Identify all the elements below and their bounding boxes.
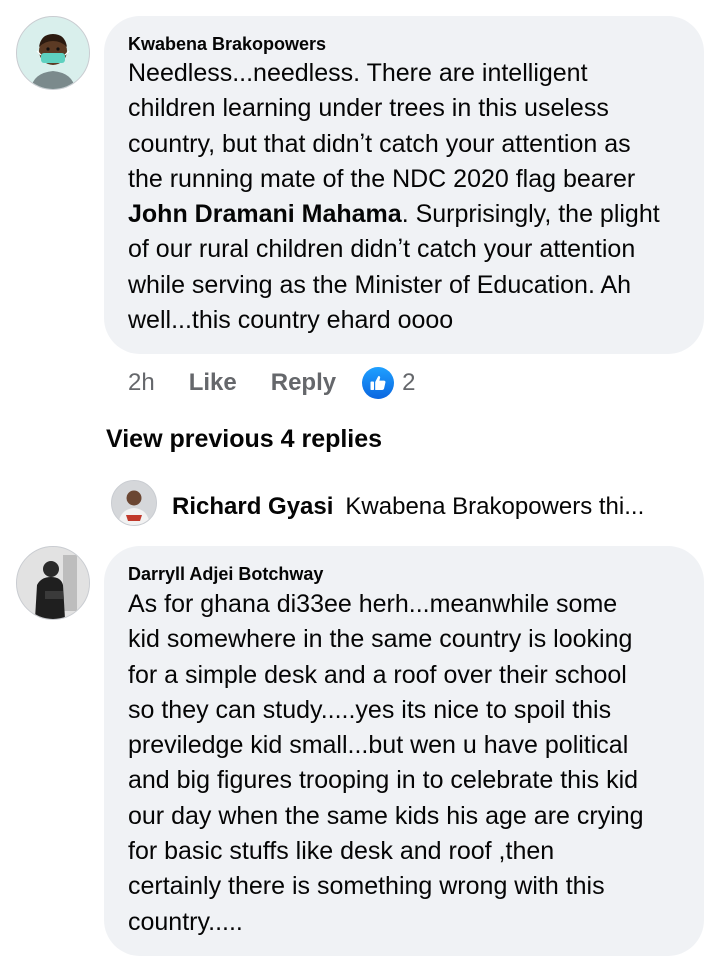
comment-line-text: children learning under trees in this us…: [128, 94, 609, 123]
comment-line-text: country, but that didnʼt catch your atte…: [128, 129, 631, 158]
masked-person-avatar-icon: [17, 17, 89, 89]
comment-line: children learning under trees in this us…: [128, 91, 660, 126]
reply-author[interactable]: Richard Gyasi: [172, 493, 333, 520]
comment-line: the running mate of the NDC 2020 flag be…: [128, 162, 660, 197]
person-photo-avatar-icon: [112, 481, 156, 525]
comment-line-text: and big figures trooping in to celebrate…: [128, 766, 639, 795]
comment-line: for basic stuffs like desk and roof ,the…: [128, 834, 644, 869]
comment-actions: 2h Like Reply 2: [128, 366, 415, 400]
comment-line: As for ghana di33ee herh...meanwhile som…: [128, 587, 644, 622]
comment-line: Needless...needless. There are intellige…: [128, 56, 660, 91]
comment-line: certainly there is something wrong with …: [128, 869, 644, 904]
comment-line-text: for a simple desk and a roof over their …: [128, 660, 627, 689]
comment-line-text: . Surprisingly, the plight: [401, 200, 660, 229]
comment-line-text: previledge kid small...but wen u have po…: [128, 731, 629, 760]
like-button[interactable]: Like: [189, 369, 237, 397]
comment-timestamp[interactable]: 2h: [128, 369, 155, 397]
comment-line-text: As for ghana di33ee herh...meanwhile som…: [128, 590, 618, 618]
reply-preview[interactable]: Richard Gyasi Kwabena Brakopowers thi...: [172, 493, 644, 521]
comment-line: country.....: [128, 905, 644, 940]
reply-avatar[interactable]: [111, 480, 157, 526]
reply-button[interactable]: Reply: [271, 369, 336, 397]
comment-line-text: so they can study.....yes its nice to sp…: [128, 695, 612, 724]
comment-line: and big figures trooping in to celebrate…: [128, 763, 644, 798]
comment-line-text: for basic stuffs like desk and roof ,the…: [128, 837, 555, 866]
thumbs-up-icon[interactable]: [362, 367, 395, 399]
person-photo-avatar-icon: [17, 547, 89, 619]
comment-line-text: of our rural children didnʼt catch your …: [128, 235, 636, 264]
view-previous-replies-link[interactable]: View previous 4 replies: [106, 425, 382, 454]
comment-line: kid somewhere in the same country is loo…: [128, 622, 644, 657]
reply-snippet: Kwabena Brakopowers thi...: [345, 493, 645, 520]
comment-line: well...this country ehard oooo: [128, 303, 660, 338]
comment-line: previledge kid small...but wen u have po…: [128, 728, 644, 763]
commenter-avatar[interactable]: [16, 16, 90, 90]
comment-line: John Dramani Mahama. Surprisingly, the p…: [128, 197, 660, 232]
comment-line-text: Needless...needless. There are intellige…: [128, 59, 588, 87]
comment-line: our day when the same kids his age are c…: [128, 799, 644, 834]
comment-line-text: while serving as the Minister of Educati…: [128, 270, 632, 299]
comment-line: while serving as the Minister of Educati…: [128, 268, 660, 303]
comment-author[interactable]: Darryll Adjei Botchway: [128, 564, 323, 585]
comment-text: Needless...needless. There are intellige…: [128, 56, 660, 338]
comment-line-text: the running mate of the NDC 2020 flag be…: [128, 164, 636, 193]
comment-line: of our rural children didnʼt catch your …: [128, 232, 660, 267]
comment-author[interactable]: Kwabena Brakopowers: [128, 34, 326, 55]
reaction-count[interactable]: 2: [402, 369, 415, 397]
comment-text: As for ghana di33ee herh...meanwhile som…: [128, 587, 644, 940]
comment-line: so they can study.....yes its nice to sp…: [128, 693, 644, 728]
mention-link[interactable]: John Dramani Mahama: [128, 200, 402, 228]
commenter-avatar[interactable]: [16, 546, 90, 620]
comment-line: country, but that didnʼt catch your atte…: [128, 127, 660, 162]
comment-line-text: kid somewhere in the same country is loo…: [128, 625, 633, 654]
comment-line: for a simple desk and a roof over their …: [128, 658, 644, 693]
comment-line-text: well...this country ehard oooo: [128, 306, 454, 335]
comment-line-text: our day when the same kids his age are c…: [128, 801, 644, 830]
comment-line-text: country.....: [128, 907, 243, 936]
comment-line-text: certainly there is something wrong with …: [128, 872, 605, 901]
